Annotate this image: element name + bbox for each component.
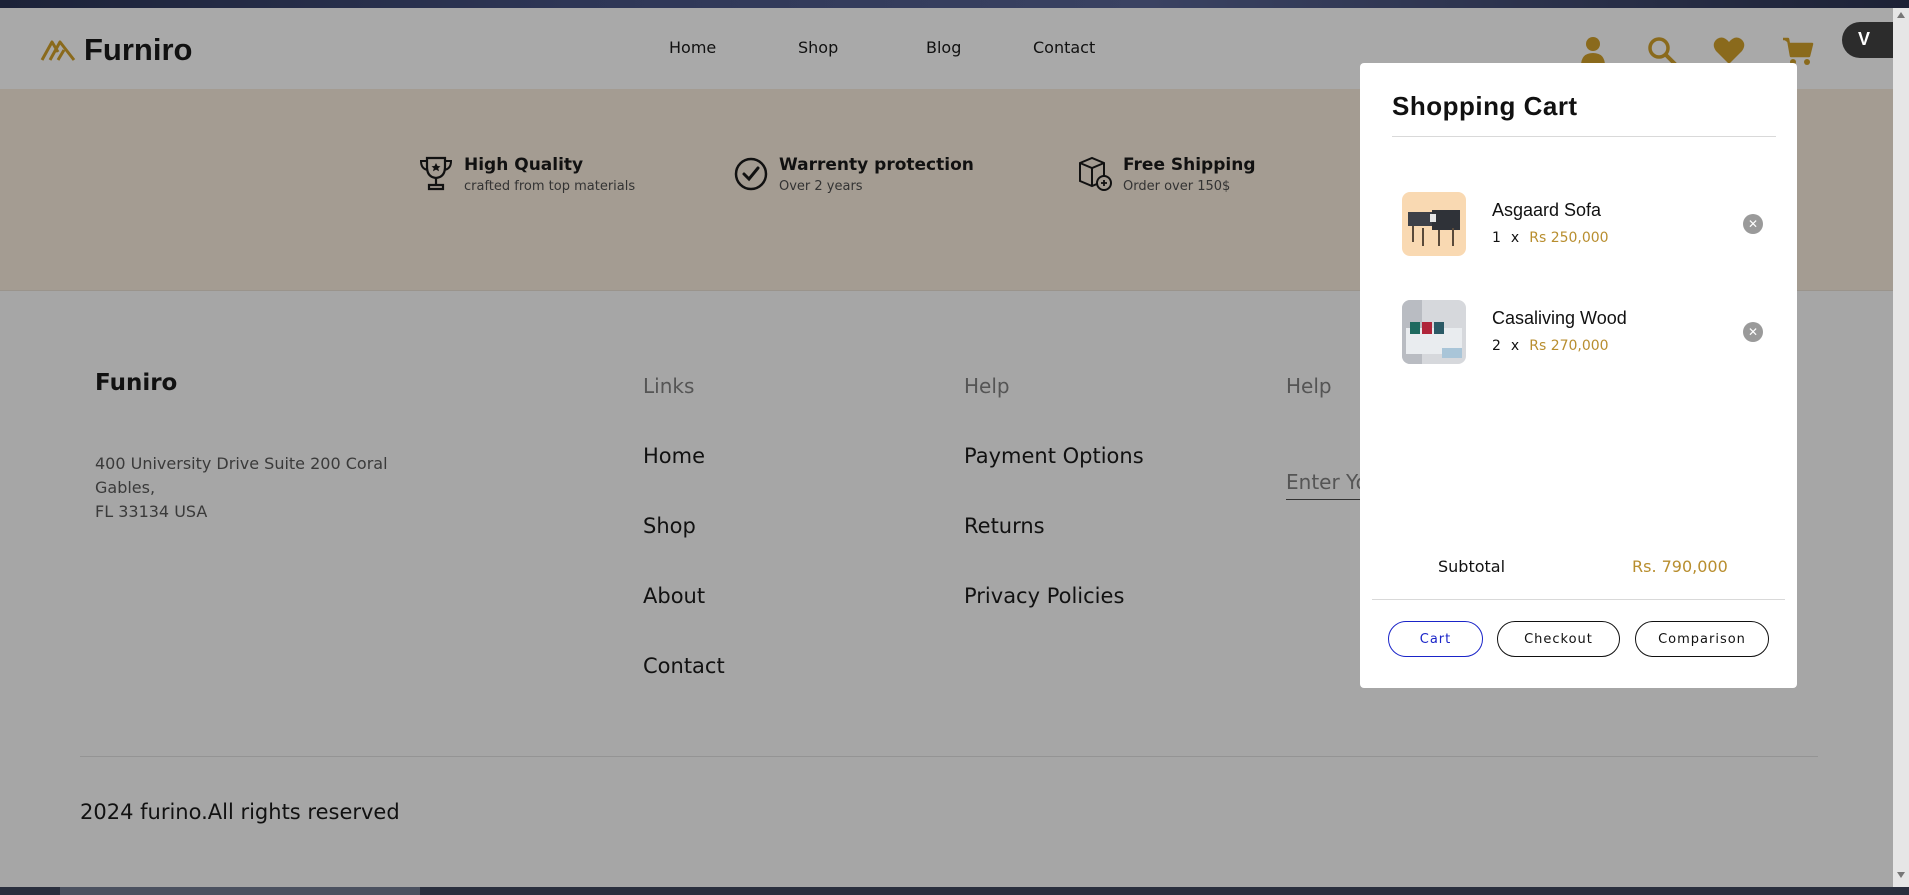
trophy-icon bbox=[419, 156, 453, 191]
newsletter-heading: Help bbox=[1286, 374, 1332, 398]
cart-item: Asgaard Sofa 1 x Rs 250,000 ✕ bbox=[1402, 192, 1772, 256]
feature-subtitle: Over 2 years bbox=[779, 179, 863, 194]
footer-brand: Funiro bbox=[95, 370, 178, 396]
footer-divider bbox=[80, 756, 1818, 757]
links-heading: Links bbox=[643, 374, 695, 398]
feature-subtitle: Order over 150$ bbox=[1123, 179, 1231, 194]
feature-free-shipping: Free Shipping Order over 150$ bbox=[1077, 155, 1256, 194]
feature-subtitle: crafted from top materials bbox=[464, 179, 636, 194]
taskbar-strip bbox=[0, 887, 1909, 895]
cart-item-price: Rs 270,000 bbox=[1529, 338, 1609, 354]
scroll-down-icon[interactable] bbox=[1897, 872, 1905, 878]
address-line: 400 University Drive Suite 200 Coral bbox=[95, 454, 388, 473]
feature-title: Warrenty protection bbox=[779, 155, 974, 175]
subtotal-value: Rs. 790,000 bbox=[1632, 557, 1728, 576]
nav-blog[interactable]: Blog bbox=[926, 38, 961, 57]
nav-home[interactable]: Home bbox=[669, 38, 716, 57]
page-scrollbar[interactable] bbox=[1893, 8, 1909, 887]
browser-top-strip bbox=[0, 0, 1909, 8]
sofa-image bbox=[1402, 300, 1466, 364]
cart-item: Casaliving Wood 2 x Rs 270,000 ✕ bbox=[1402, 300, 1772, 364]
feature-warranty: Warrenty protection Over 2 years bbox=[733, 155, 974, 194]
cart-item-quantity-line: 1 x Rs 250,000 bbox=[1492, 230, 1609, 246]
cart-divider bbox=[1392, 136, 1776, 137]
feature-high-quality: High Quality crafted from top materials bbox=[418, 155, 635, 194]
nav-contact[interactable]: Contact bbox=[1033, 38, 1095, 57]
close-icon: ✕ bbox=[1747, 217, 1759, 231]
logo-icon bbox=[40, 40, 76, 61]
cart-divider bbox=[1372, 599, 1785, 600]
verified-icon bbox=[734, 157, 768, 191]
copyright: 2024 furino.All rights reserved bbox=[80, 800, 400, 824]
logo[interactable]: Furniro bbox=[40, 32, 193, 68]
footer-link-payment-options[interactable]: Payment Options bbox=[964, 444, 1144, 468]
cart-item-price: Rs 250,000 bbox=[1529, 230, 1609, 246]
footer-link-shop[interactable]: Shop bbox=[643, 514, 696, 538]
product-thumbnail[interactable] bbox=[1402, 300, 1466, 364]
cart-item-qty: 2 bbox=[1492, 338, 1501, 354]
footer-link-home[interactable]: Home bbox=[643, 444, 705, 468]
product-thumbnail[interactable] bbox=[1402, 192, 1466, 256]
sofa-image bbox=[1402, 192, 1466, 256]
remove-item-button[interactable]: ✕ bbox=[1743, 214, 1763, 234]
times-sign: x bbox=[1510, 230, 1520, 246]
brand-name: Furniro bbox=[84, 32, 193, 67]
cart-item-name: Casaliving Wood bbox=[1492, 308, 1627, 328]
feature-title: Free Shipping bbox=[1123, 155, 1256, 175]
extension-label: V bbox=[1858, 29, 1871, 49]
footer-link-contact[interactable]: Contact bbox=[643, 654, 725, 678]
nav-shop[interactable]: Shop bbox=[798, 38, 838, 57]
shipping-icon bbox=[1079, 156, 1112, 191]
feature-title: High Quality bbox=[464, 155, 584, 175]
footer-link-returns[interactable]: Returns bbox=[964, 514, 1045, 538]
cart-button[interactable]: Cart bbox=[1388, 621, 1483, 657]
cart-item-name: Asgaard Sofa bbox=[1492, 200, 1602, 220]
footer-link-about[interactable]: About bbox=[643, 584, 705, 608]
taskbar-segment bbox=[60, 887, 420, 895]
help-heading: Help bbox=[964, 374, 1010, 398]
comparison-button[interactable]: Comparison bbox=[1635, 621, 1769, 657]
footer-link-privacy-policies[interactable]: Privacy Policies bbox=[964, 584, 1124, 608]
address-line: Gables, bbox=[95, 478, 156, 497]
close-icon: ✕ bbox=[1747, 325, 1759, 339]
shopping-cart-panel: Shopping Cart Asgaard Sofa 1 x Rs 250,000 … bbox=[1360, 63, 1797, 688]
subtotal-label: Subtotal bbox=[1438, 557, 1506, 576]
cart-item-quantity-line: 2 x Rs 270,000 bbox=[1492, 338, 1609, 354]
times-sign: x bbox=[1510, 338, 1520, 354]
address-line: FL 33134 USA bbox=[95, 502, 208, 521]
cart-title: Shopping Cart bbox=[1392, 91, 1578, 121]
checkout-button[interactable]: Checkout bbox=[1497, 621, 1620, 657]
scroll-up-icon[interactable] bbox=[1897, 12, 1905, 18]
remove-item-button[interactable]: ✕ bbox=[1743, 322, 1763, 342]
cart-item-qty: 1 bbox=[1492, 230, 1501, 246]
footer-address: 400 University Drive Suite 200 Coral Gab… bbox=[95, 452, 405, 524]
